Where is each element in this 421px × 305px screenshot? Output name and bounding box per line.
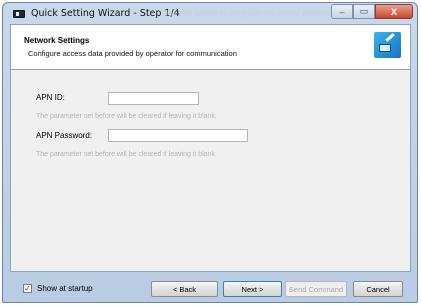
apn-id-label: APN ID:	[36, 93, 65, 102]
minimize-button[interactable]: –	[331, 4, 353, 19]
wizard-footer: ✓ Show at startup < Back Next > Send Com…	[10, 278, 411, 302]
minimize-icon: –	[339, 6, 345, 17]
back-button[interactable]: < Back	[151, 281, 218, 297]
network-wizard-icon	[374, 32, 401, 58]
apn-password-label: APN Password:	[36, 131, 93, 140]
maximize-button[interactable]: ▭	[353, 4, 375, 19]
close-button[interactable]: X	[375, 4, 413, 19]
show-at-startup-checkbox[interactable]: ✓	[23, 284, 32, 293]
title-bar[interactable]: Quick Setting Wizard - Step 1/4 Use this…	[3, 3, 417, 23]
cancel-button[interactable]: Cancel	[353, 281, 403, 297]
app-icon	[13, 10, 25, 18]
apn-password-input[interactable]	[108, 129, 248, 142]
next-button[interactable]: Next >	[223, 281, 282, 297]
wizard-page: Network Settings Configure access data p…	[10, 24, 411, 272]
show-at-startup-label[interactable]: Show at startup	[37, 284, 93, 293]
window-title-ghost: Use this wizard to configure the device …	[163, 9, 343, 18]
arrow-icon	[385, 33, 395, 42]
apn-id-input[interactable]	[108, 92, 199, 105]
page-header: Network Settings Configure access data p…	[11, 25, 410, 70]
apn-id-hint: The parameter set before will be cleared…	[36, 113, 217, 120]
send-command-button[interactable]: Send Command	[285, 281, 347, 297]
close-icon: X	[390, 6, 397, 17]
maximize-icon: ▭	[359, 6, 369, 16]
page-subtitle: Configure access data provided by operat…	[28, 49, 237, 58]
checkmark-icon: ✓	[24, 283, 31, 293]
wizard-window: Quick Setting Wizard - Step 1/4 Use this…	[2, 2, 418, 303]
apn-password-hint: The parameter set before will be cleared…	[36, 151, 217, 158]
caption-buttons: – ▭ X	[331, 4, 413, 19]
monitor-icon-screen	[379, 44, 391, 52]
page-title: Network Settings	[24, 36, 90, 45]
window-title: Quick Setting Wizard - Step 1/4	[31, 8, 180, 19]
